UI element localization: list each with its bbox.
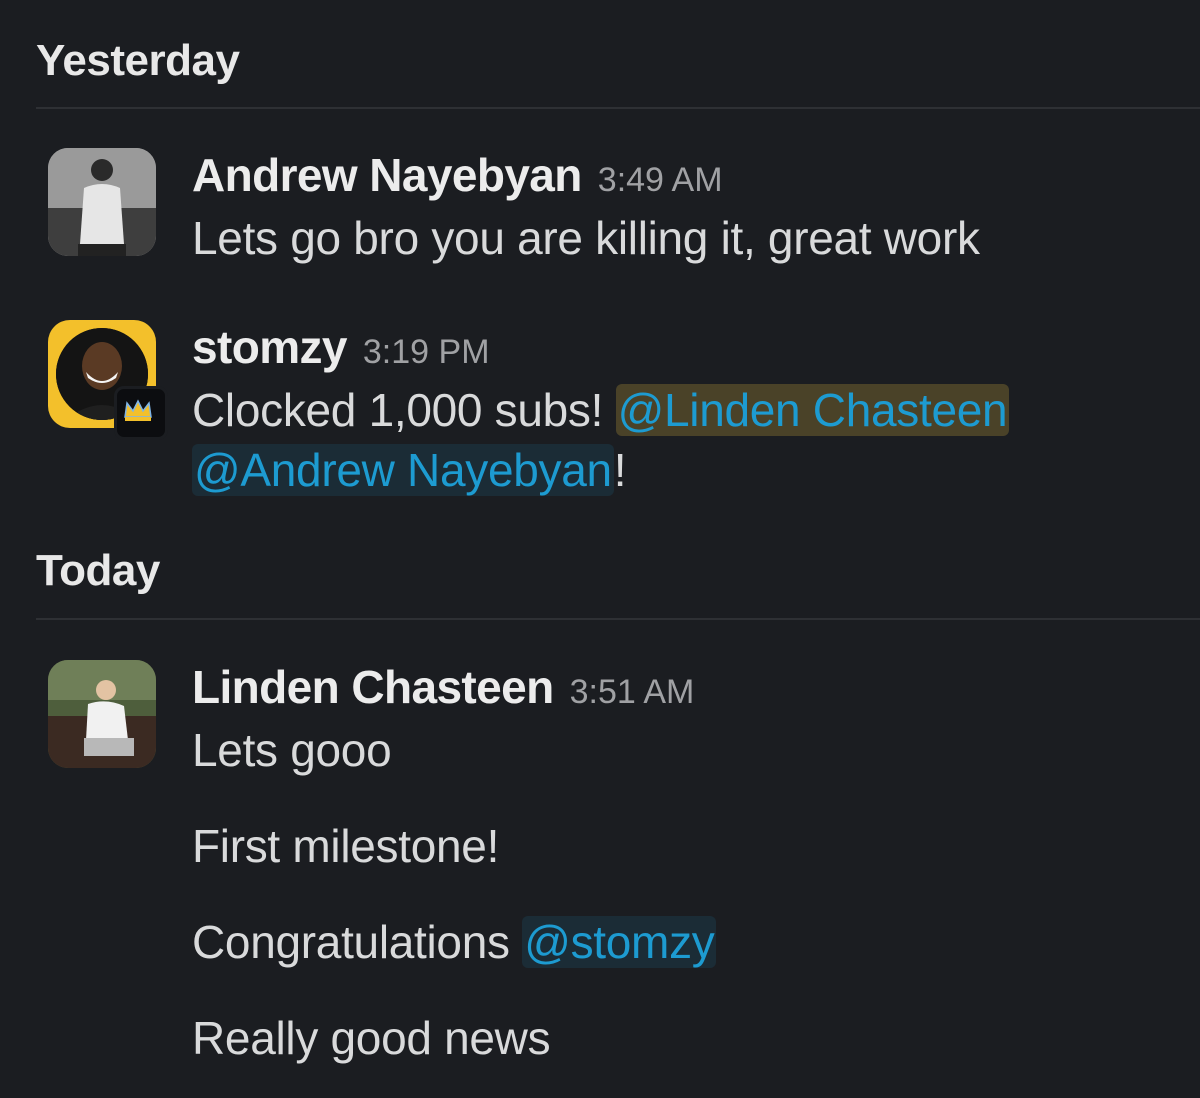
- message-body: stomzy 3:19 PM Clocked 1,000 subs! @Lind…: [192, 320, 1180, 500]
- mention-linden-chasteen[interactable]: @Linden Chasteen: [615, 384, 1010, 436]
- mention-andrew-nayebyan[interactable]: @Andrew Nayebyan: [192, 444, 614, 496]
- message-body: Andrew Nayebyan 3:49 AM Lets go bro you …: [192, 148, 1180, 268]
- message-text: Clocked 1,000 subs! @Linden Chasteen @And…: [192, 380, 1180, 500]
- author-name[interactable]: stomzy: [192, 320, 347, 374]
- message-paragraph: Really good news: [192, 1012, 551, 1064]
- timestamp[interactable]: 3:51 AM: [570, 673, 695, 712]
- avatar[interactable]: [48, 320, 168, 440]
- message-text-prefix: Congratulations: [192, 916, 523, 968]
- message-text-prefix: Clocked 1,000 subs!: [192, 384, 616, 436]
- message-text: Lets go bro you are killing it, great wo…: [192, 212, 980, 264]
- avatar-photo: [48, 148, 156, 256]
- message-paragraph: Congratulations @stomzy: [192, 912, 1180, 972]
- timestamp[interactable]: 3:19 PM: [363, 333, 490, 372]
- day-divider-label[interactable]: Yesterday: [36, 36, 240, 86]
- author-name[interactable]: Andrew Nayebyan: [192, 148, 582, 202]
- day-divider-label[interactable]: Today: [36, 546, 160, 596]
- message-body: Linden Chasteen 3:51 AM Lets gooo First …: [192, 660, 1180, 1068]
- author-name[interactable]: Linden Chasteen: [192, 660, 554, 714]
- timestamp[interactable]: 3:49 AM: [598, 161, 723, 200]
- mention-stomzy[interactable]: @stomzy: [522, 916, 717, 968]
- message-paragraph: Lets gooo: [192, 724, 392, 776]
- day-divider-line: [36, 618, 1200, 620]
- crown-badge-icon: [114, 386, 168, 440]
- avatar[interactable]: [48, 660, 156, 768]
- day-divider-line: [36, 107, 1200, 109]
- message-header: Andrew Nayebyan 3:49 AM: [192, 148, 1180, 208]
- message-paragraph: First milestone!: [192, 820, 500, 872]
- message-text: Lets gooo First milestone! Congratulatio…: [192, 720, 1180, 1068]
- message-header: stomzy 3:19 PM: [192, 320, 1180, 380]
- avatar[interactable]: [48, 148, 156, 256]
- avatar-photo: [48, 660, 156, 768]
- message-header: Linden Chasteen 3:51 AM: [192, 660, 1180, 720]
- message-text-suffix: !: [613, 444, 627, 496]
- message-feed: Yesterday Andrew Nayebyan 3:49 AM Lets g…: [0, 0, 1200, 1098]
